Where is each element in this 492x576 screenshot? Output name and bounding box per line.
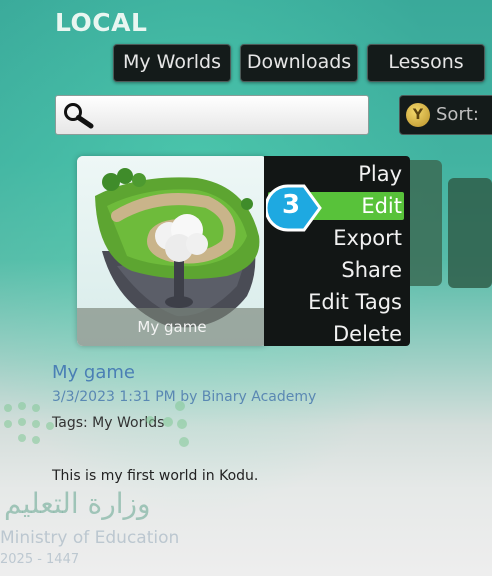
search-input[interactable] xyxy=(55,95,369,135)
world-card-background[interactable] xyxy=(448,178,492,288)
ministry-dots-logo xyxy=(4,401,189,447)
world-thumbnail[interactable]: My game xyxy=(77,156,267,346)
sort-button[interactable]: Y Sort: xyxy=(399,95,492,135)
menu-item-delete[interactable]: Delete xyxy=(268,320,404,348)
search-icon xyxy=(64,103,94,129)
page-title: LOCAL xyxy=(55,8,148,37)
step-badge-number: 3 xyxy=(281,190,301,220)
watermark-year: 2025 - 1447 xyxy=(0,552,80,567)
world-description: This is my first world in Kodu. xyxy=(52,468,259,484)
y-button-icon: Y xyxy=(406,103,430,127)
step-badge: 3 xyxy=(264,184,322,232)
watermark-english: Ministry of Education xyxy=(0,528,180,548)
tab-downloads[interactable]: Downloads xyxy=(240,44,358,82)
tab-lessons[interactable]: Lessons xyxy=(367,44,485,82)
menu-item-edit-tags[interactable]: Edit Tags xyxy=(268,288,404,316)
watermark-arabic: وزارة التعليم xyxy=(4,487,151,520)
world-name: My game xyxy=(52,362,135,383)
sort-label: Sort: xyxy=(436,104,479,125)
tab-my-worlds[interactable]: My Worlds xyxy=(113,44,231,82)
world-thumbnail-label: My game xyxy=(77,308,267,346)
menu-item-share[interactable]: Share xyxy=(268,256,404,284)
